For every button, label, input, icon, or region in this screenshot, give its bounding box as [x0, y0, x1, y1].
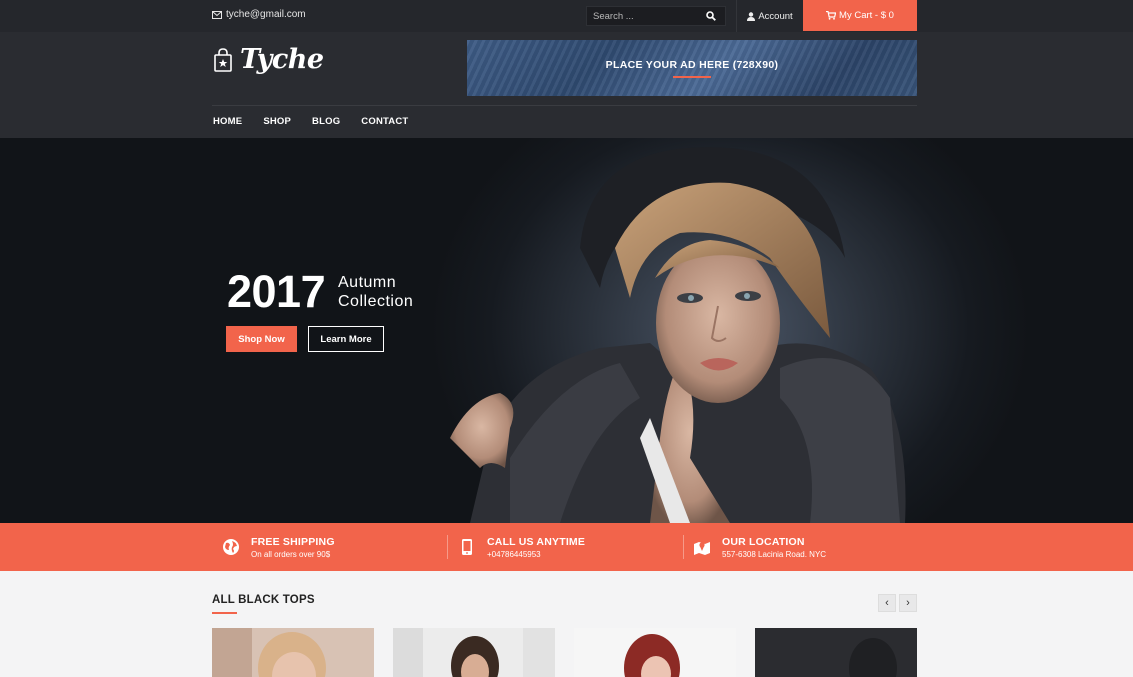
feature-divider — [683, 535, 684, 559]
user-icon — [747, 11, 756, 21]
cart-icon — [826, 11, 837, 20]
feature-divider — [447, 535, 448, 559]
cart-button[interactable]: My Cart - $ 0 — [803, 0, 917, 31]
feature-title: FREE SHIPPING — [251, 535, 335, 548]
hero-model-image — [450, 147, 906, 523]
product-card-4[interactable] — [755, 628, 917, 677]
search-box — [586, 6, 726, 26]
account-label: Account — [758, 10, 793, 22]
ad-underline — [673, 75, 711, 78]
site-header: Tyche PLACE YOUR AD HERE (728X90) HOME S… — [0, 32, 1133, 138]
nav-divider — [212, 105, 917, 106]
ad-banner[interactable]: PLACE YOUR AD HERE (728X90) — [467, 40, 917, 96]
site-logo[interactable]: Tyche — [214, 44, 324, 75]
hero-slider: 2017 Autumn Collection Shop Now Learn Mo… — [0, 138, 1133, 523]
product-card-3[interactable] — [574, 628, 736, 677]
feature-desc: +04786445953 — [487, 549, 541, 559]
top-bar: tyche@gmail.com Account My Cart - $ 0 — [0, 0, 1133, 32]
contact-email[interactable]: tyche@gmail.com — [212, 9, 306, 20]
section-underline — [212, 612, 237, 614]
feature-title: OUR LOCATION — [722, 535, 805, 548]
feature-desc: 557-6308 Lacinia Road. NYC — [722, 549, 827, 559]
product-section: ALL BLACK TOPS ‹ › — [0, 571, 1133, 677]
product-image — [755, 628, 917, 677]
search-button[interactable] — [699, 7, 723, 25]
hero-subtitle-line2: Collection — [338, 293, 414, 310]
cart-label: My Cart - $ 0 — [839, 10, 894, 21]
feature-location: OUR LOCATION 557-6308 Lacinia Road. NYC — [692, 523, 826, 571]
product-image — [212, 628, 374, 677]
hero-subtitle: Autumn Collection — [338, 273, 413, 311]
hero-year: 2017 — [227, 266, 326, 317]
carousel-prev-button[interactable]: ‹ — [878, 594, 896, 612]
ad-text: PLACE YOUR AD HERE (728X90) — [605, 58, 779, 71]
feature-free-shipping: FREE SHIPPING On all orders over 90$ — [221, 523, 335, 571]
hero-subtitle-line1: Autumn — [338, 274, 397, 291]
map-icon — [692, 537, 712, 557]
account-link[interactable]: Account — [736, 0, 803, 32]
nav-home[interactable]: HOME — [213, 116, 242, 127]
shopping-bag-icon — [214, 47, 232, 72]
globe-icon — [221, 537, 241, 557]
logo-text: Tyche — [240, 44, 324, 75]
feature-title: CALL US ANYTIME — [487, 535, 586, 548]
product-card-1[interactable] — [212, 628, 374, 677]
product-image — [393, 628, 555, 677]
search-icon — [706, 11, 716, 21]
nav-contact[interactable]: CONTACT — [361, 116, 408, 127]
search-input[interactable] — [587, 10, 699, 22]
phone-icon — [457, 537, 477, 557]
product-image — [574, 628, 736, 677]
learn-more-button[interactable]: Learn More — [308, 326, 384, 352]
feature-call-us: CALL US ANYTIME +04786445953 — [457, 523, 585, 571]
envelope-icon — [212, 10, 222, 19]
product-card-2[interactable] — [393, 628, 555, 677]
feature-desc: On all orders over 90$ — [251, 549, 331, 559]
nav-blog[interactable]: BLOG — [312, 116, 340, 127]
section-title: ALL BLACK TOPS — [212, 594, 315, 606]
shop-now-button[interactable]: Shop Now — [226, 326, 297, 352]
email-text: tyche@gmail.com — [226, 9, 306, 20]
features-strip: FREE SHIPPING On all orders over 90$ CAL… — [0, 523, 1133, 571]
main-nav: HOME SHOP BLOG CONTACT — [213, 116, 429, 127]
nav-shop[interactable]: SHOP — [263, 116, 291, 127]
carousel-next-button[interactable]: › — [899, 594, 917, 612]
